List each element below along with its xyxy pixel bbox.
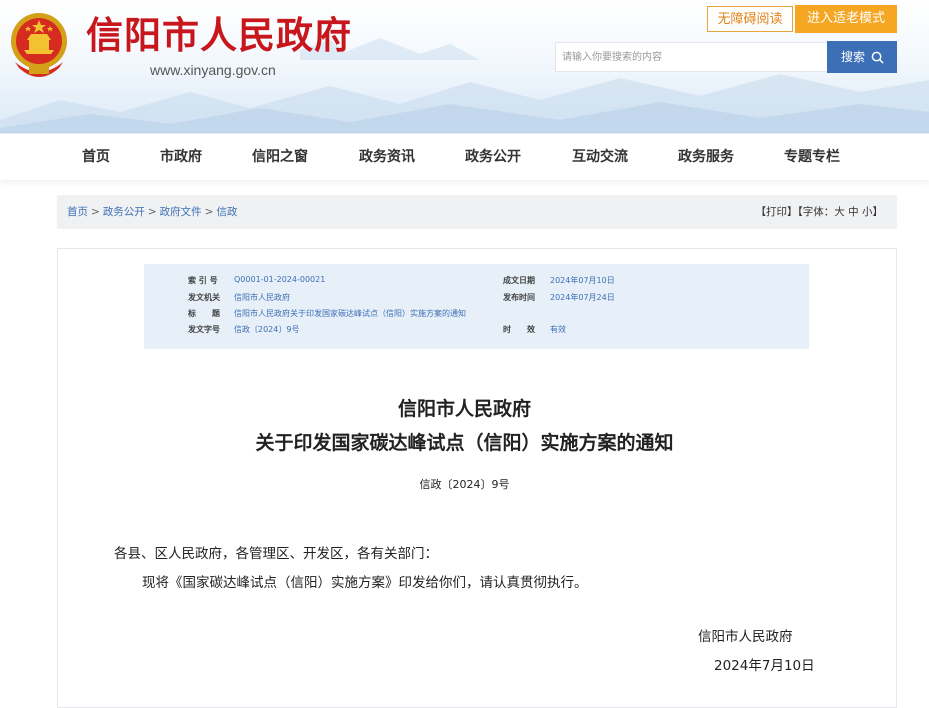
document-title-line1: 信阳市人民政府 [397,398,531,420]
print-font-tools[interactable]: 【打印】【字体：大 中 小】 [756,195,883,229]
meta-validity-label: 时 效 [503,325,535,334]
site-title[interactable]: 信阳市人民政府 [86,14,352,58]
site-url: www.xinyang.gov.cn [150,62,276,78]
breadcrumb-separator: > [147,206,157,218]
meta-issuer-label: 发文机关 [188,293,220,302]
meta-docno-label: 发文字号 [188,325,220,334]
accessibility-reading-button[interactable]: 无障碍阅读 [707,6,793,32]
meta-issuer-value: 信阳市人民政府 [234,293,290,302]
breadcrumb-separator: > [91,206,100,218]
search-icon [871,51,884,64]
nav-item-government-news[interactable]: 政务资讯 [359,134,415,180]
meta-index-label: 索 引 号 [188,276,218,285]
meta-date-label: 成文日期 [503,276,535,285]
document-number: 信政〔2024〕9号 [419,478,510,491]
site-header: 信阳市人民政府 www.xinyang.gov.cn 无障碍阅读 进入适老模式 … [0,0,929,133]
nav-item-interaction[interactable]: 互动交流 [572,134,628,180]
meta-date-value: 2024年07月10日 [550,276,615,285]
breadcrumb-bar: 首页 > 政务公开 > 政府文件 > 信政 【打印】【字体：大 中 小】 [57,195,897,229]
meta-index-value: Q0001-01-2024-00021 [234,275,326,284]
meta-validity-value: 有效 [550,325,566,334]
nav-item-special-topics[interactable]: 专题专栏 [784,134,840,180]
meta-publish-label: 发布时间 [503,293,535,302]
search-input[interactable] [556,43,827,71]
breadcrumb-separator: > [204,206,214,218]
breadcrumb: 首页 > 政务公开 > 政府文件 > 信政 [67,195,237,229]
nav-item-government-affairs-disclosure[interactable]: 政务公开 [465,134,521,180]
search-button[interactable]: 搜索 [827,41,897,73]
nav-item-government-services[interactable]: 政务服务 [678,134,734,180]
document-metadata-panel: 索 引 号 Q0001-01-2024-00021 发文机关 信阳市人民政府 标… [144,264,809,349]
breadcrumb-government-documents[interactable]: 政府文件 [160,206,202,218]
nav-item-city-government[interactable]: 市政府 [160,134,202,180]
meta-title-label: 标 题 [188,309,220,318]
document-signature: 信阳市人民政府 [698,629,793,645]
nav-item-home[interactable]: 首页 [82,134,110,180]
document-title-line2: 关于印发国家碳达峰试点（信阳）实施方案的通知 [255,432,674,454]
document-salutation: 各县、区人民政府，各管理区、开发区，各有关部门： [114,546,438,562]
national-emblem-icon [11,13,67,77]
main-nav: 首页 市政府 信阳之窗 政务资讯 政务公开 互动交流 政务服务 专题专栏 [0,133,929,180]
breadcrumb-home[interactable]: 首页 [67,206,88,218]
meta-publish-value: 2024年07月24日 [550,293,615,302]
breadcrumb-xinzheng[interactable]: 信政 [216,206,237,218]
breadcrumb-government-disclosure[interactable]: 政务公开 [103,206,145,218]
search-button-label: 搜索 [841,50,866,64]
document-date: 2024年7月10日 [714,658,815,674]
meta-docno-value: 信政〔2024〕9号 [234,325,300,334]
search-box [555,42,828,72]
elder-mode-button[interactable]: 进入适老模式 [795,5,897,33]
nav-item-xinyang-window[interactable]: 信阳之窗 [252,134,308,180]
document-body-paragraph: 现将《国家碳达峰试点（信阳）实施方案》印发给你们，请认真贯彻执行。 [142,575,588,591]
meta-title-value: 信阳市人民政府关于印发国家碳达峰试点（信阳）实施方案的通知 [234,309,466,318]
